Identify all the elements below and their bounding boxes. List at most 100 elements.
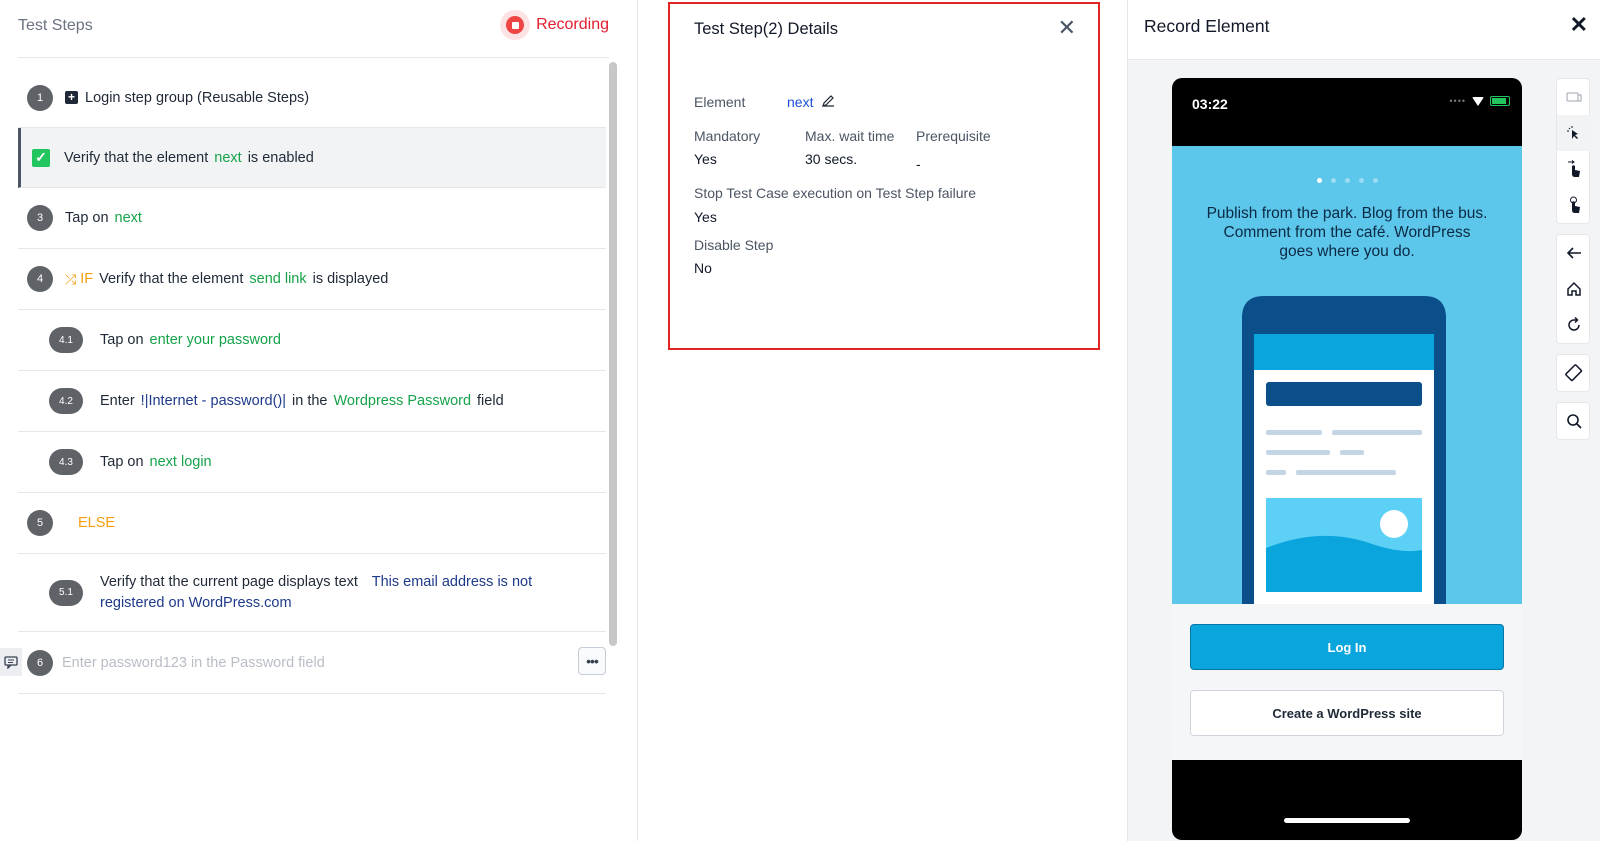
recording-button[interactable]: Recording xyxy=(500,10,609,40)
step-row-4-3[interactable]: 4.3 Tap on next login xyxy=(18,432,606,493)
device-mirror[interactable]: 03:22 •••• Publish from the park. Blog f… xyxy=(1172,78,1522,840)
record-element-panel: Record Element ✕ 03:22 •••• Publish from… xyxy=(1128,0,1600,841)
device-area: 03:22 •••• Publish from the park. Blog f… xyxy=(1128,60,1600,841)
recording-label: Recording xyxy=(536,16,609,33)
new-step-input[interactable]: Enter password123 in the Password field xyxy=(62,655,325,671)
step-action-text: Verify that the element xyxy=(64,149,209,166)
refresh-icon[interactable] xyxy=(1557,307,1591,343)
step-row-2[interactable]: ✓ Verify that the element next is enable… xyxy=(18,128,606,188)
panel-title: Test Steps xyxy=(18,17,93,34)
log-in-button[interactable]: Log In xyxy=(1190,624,1504,670)
step-element-link[interactable]: next xyxy=(115,210,142,226)
navigation-tools-group xyxy=(1556,234,1590,344)
if-keyword: IF xyxy=(80,271,94,287)
element-link[interactable]: next xyxy=(787,94,835,110)
disable-step-value: No xyxy=(694,260,712,276)
prerequisite-value: - xyxy=(916,156,921,172)
checkbox-checked-icon[interactable]: ✓ xyxy=(32,148,50,167)
step-suffix-text: field xyxy=(477,393,504,409)
inspect-pointer-icon[interactable] xyxy=(1557,115,1591,151)
page-indicator xyxy=(1172,178,1522,183)
step-text: Login step group (Reusable Steps) xyxy=(85,89,310,106)
close-icon[interactable]: ✕ xyxy=(1058,17,1076,39)
stop-on-failure-label: Stop Test Case execution on Test Step fa… xyxy=(694,185,976,201)
step-row-6-input[interactable]: 6 Enter password123 in the Password fiel… xyxy=(18,632,606,694)
step-row-4[interactable]: 4 ⤮ IF Verify that the element send link… xyxy=(18,249,606,310)
step-row-1[interactable]: 1 + Login step group (Reusable Steps) xyxy=(18,68,606,128)
record-title: Record Element xyxy=(1144,16,1270,36)
tap-gesture-icon[interactable] xyxy=(1557,187,1591,223)
step-row-5[interactable]: 5 ELSE xyxy=(18,493,606,554)
step-row-4-2[interactable]: 4.2 Enter !|Internet - password()| in th… xyxy=(18,371,606,432)
wait-time-value: 30 secs. xyxy=(805,151,858,167)
step-element-link[interactable]: enter your password xyxy=(150,332,281,348)
element-value[interactable]: next xyxy=(787,94,813,110)
step-row-5-1[interactable]: 5.1 Verify that the current page display… xyxy=(18,554,606,632)
step-details-panel: Test Step(2) Details ✕ Element next Mand… xyxy=(638,0,1128,841)
step-number: 4 xyxy=(27,266,53,292)
step-row-4-1[interactable]: 4.1 Tap on enter your password xyxy=(18,310,606,371)
battery-icon xyxy=(1490,96,1510,106)
record-stop-icon xyxy=(500,10,531,40)
status-bar-time: 03:22 xyxy=(1192,96,1228,112)
step-details-card: Test Step(2) Details ✕ Element next Mand… xyxy=(668,2,1100,350)
mandatory-value: Yes xyxy=(694,151,717,167)
details-title: Test Step(2) Details xyxy=(694,20,838,38)
promo-text: Publish from the park. Blog from the bus… xyxy=(1206,205,1488,260)
expand-group-icon[interactable]: + xyxy=(65,91,78,104)
search-icon[interactable] xyxy=(1557,403,1591,439)
step-row-3[interactable]: 3 Tap on next xyxy=(18,188,606,249)
step-test-data[interactable]: This email address is not xyxy=(372,574,532,590)
shuffle-icon: ⤮ xyxy=(65,270,77,287)
step-test-data[interactable]: !|Internet - password()| xyxy=(141,393,286,409)
element-label: Element xyxy=(694,94,746,110)
step-element-link[interactable]: next xyxy=(214,150,241,166)
rotate-tool-group xyxy=(1556,354,1590,392)
step-suffix-text: is enabled xyxy=(247,149,314,166)
rotate-device-icon[interactable] xyxy=(1557,355,1591,391)
record-tools-group xyxy=(1556,78,1591,224)
step-number: 6 xyxy=(27,649,53,676)
mandatory-label: Mandatory xyxy=(694,128,761,144)
step-element-link[interactable]: send link xyxy=(249,271,306,287)
step-action-text: Tap on xyxy=(100,454,144,470)
wifi-icon xyxy=(1472,96,1484,106)
step-element-link[interactable]: next login xyxy=(150,454,212,470)
step-number: 1 xyxy=(27,84,53,111)
back-arrow-icon[interactable] xyxy=(1557,235,1591,271)
step-action-text: Verify that the current page displays te… xyxy=(100,573,358,590)
step-test-data-continued[interactable]: registered on WordPress.com xyxy=(100,593,532,614)
phone-illustration-icon xyxy=(1242,296,1446,604)
more-options-button[interactable]: ••• xyxy=(578,647,606,675)
step-action-text: Tap on xyxy=(100,332,144,348)
search-tool-group xyxy=(1556,402,1590,440)
step-number: 4.3 xyxy=(49,449,83,475)
edit-pencil-icon xyxy=(822,95,835,107)
step-number: 4.1 xyxy=(49,327,83,353)
wordpress-intro-screen[interactable]: Publish from the park. Blog from the bus… xyxy=(1172,146,1522,604)
create-site-button[interactable]: Create a WordPress site xyxy=(1190,690,1504,736)
step-connector-text: in the xyxy=(292,393,328,409)
test-steps-header: Test Steps Recording xyxy=(18,0,609,58)
prerequisite-label: Prerequisite xyxy=(916,128,991,144)
device-view-icon[interactable] xyxy=(1557,79,1591,115)
home-icon[interactable] xyxy=(1557,271,1591,307)
step-action-text: Verify that the element xyxy=(99,271,244,287)
steps-scrollbar[interactable] xyxy=(609,62,617,646)
record-toolbar xyxy=(1556,78,1591,450)
step-element-link[interactable]: Wordpress Password xyxy=(334,393,472,409)
home-indicator[interactable] xyxy=(1284,818,1410,823)
signal-icon: •••• xyxy=(1449,96,1466,106)
stop-on-failure-value: Yes xyxy=(694,209,717,225)
swipe-icon[interactable] xyxy=(1557,151,1591,187)
else-keyword: ELSE xyxy=(78,515,116,531)
step-number: 5 xyxy=(27,510,53,536)
test-steps-panel: Test Steps Recording 1 + Login step grou… xyxy=(0,0,638,841)
comment-icon[interactable] xyxy=(0,648,22,676)
step-suffix-text: is displayed xyxy=(312,271,389,287)
wait-time-label: Max. wait time xyxy=(805,128,895,144)
step-number: 4.2 xyxy=(49,388,83,414)
close-icon[interactable]: ✕ xyxy=(1570,12,1588,38)
record-header: Record Element ✕ xyxy=(1128,0,1600,60)
step-number: 3 xyxy=(27,205,53,231)
